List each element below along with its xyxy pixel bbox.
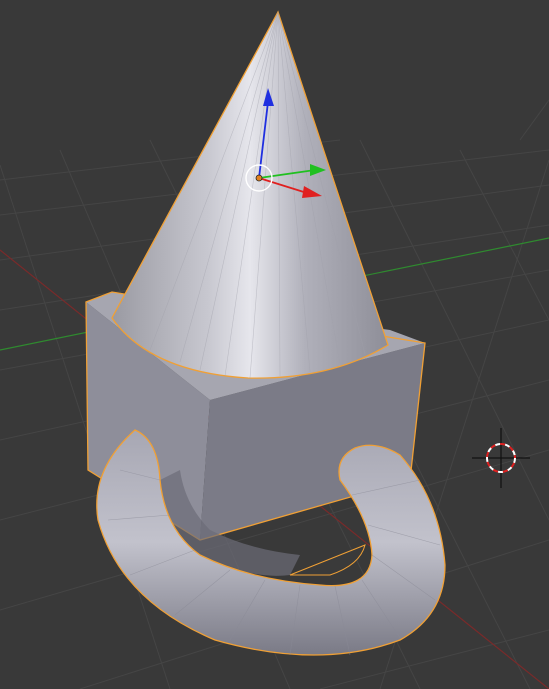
torus-gap-shadow: [289, 544, 366, 576]
cone-body: [112, 12, 388, 379]
viewport-canvas[interactable]: [0, 0, 549, 689]
object-origin-dot: [255, 174, 263, 182]
cone-object[interactable]: [111, 10, 389, 379]
3d-cursor-icon[interactable]: [472, 428, 530, 488]
3d-viewport[interactable]: [0, 0, 549, 689]
